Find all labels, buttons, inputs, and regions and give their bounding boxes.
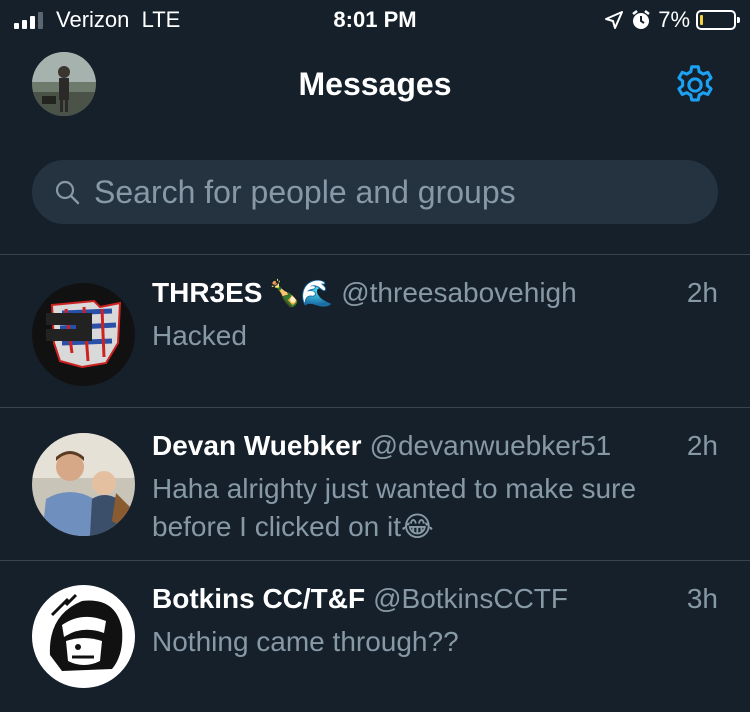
conversation-name: THR3ES	[152, 277, 263, 308]
conversation-preview: Hacked	[152, 320, 247, 351]
conversation-header: Botkins CC/T&F @BotkinsCCTF 3h	[152, 583, 718, 623]
status-bar: Verizon LTE 8:01 PM 7%	[0, 0, 750, 40]
alarm-clock-icon	[632, 10, 650, 29]
conversation-row[interactable]: Botkins CC/T&F @BotkinsCCTF 3h Nothing ca…	[0, 561, 750, 712]
conversation-body: Devan Wuebker @devanwuebker51 2h Haha alr…	[152, 430, 718, 546]
conversation-preview: Nothing came through??	[152, 626, 459, 657]
avatar	[32, 585, 135, 688]
conversation-handle: @devanwuebker51	[369, 430, 612, 461]
conversation-time: 2h	[686, 430, 718, 461]
conversation-time: 2h	[686, 277, 718, 308]
conversation-name: Devan Wuebker	[152, 430, 362, 461]
location-arrow-icon	[605, 11, 624, 29]
conversation-handle: @BotkinsCCTF	[373, 583, 569, 614]
conversation-header: Devan Wuebker @devanwuebker51 2h	[152, 430, 718, 470]
settings-button[interactable]	[672, 62, 718, 108]
search-input[interactable]	[92, 172, 696, 212]
conversation-row[interactable]: Devan Wuebker @devanwuebker51 2h Haha alr…	[0, 408, 750, 560]
battery-icon	[696, 10, 740, 30]
search-bar[interactable]	[32, 160, 718, 224]
search-icon	[55, 180, 80, 205]
status-right-group: 7%	[604, 6, 740, 34]
conversation-preview: Haha alrighty just wanted to make sure b…	[152, 473, 637, 542]
conversation-name-emoji: 🍾🌊	[268, 278, 334, 308]
gear-icon	[677, 65, 713, 102]
avatar	[32, 283, 135, 386]
conversation-time: 3h	[686, 583, 718, 614]
conversation-handle: @threesabovehigh	[341, 277, 577, 308]
conversation-header: THR3ES 🍾🌊 @threesabovehigh 2h	[152, 277, 718, 317]
conversation-body: Botkins CC/T&F @BotkinsCCTF 3h Nothing ca…	[152, 583, 718, 661]
messages-screen: Verizon LTE 8:01 PM 7% Messages Search f…	[0, 0, 750, 712]
conversation-body: THR3ES 🍾🌊 @threesabovehigh 2h Hacked	[152, 277, 718, 355]
header: Messages	[0, 40, 750, 130]
conversation-name: Botkins CC/T&F	[152, 583, 366, 614]
conversation-row[interactable]: THR3ES 🍾🌊 @threesabovehigh 2h Hacked	[0, 255, 750, 407]
battery-percent: 7%	[658, 7, 690, 32]
avatar	[32, 433, 135, 536]
page-title: Messages	[298, 66, 452, 102]
